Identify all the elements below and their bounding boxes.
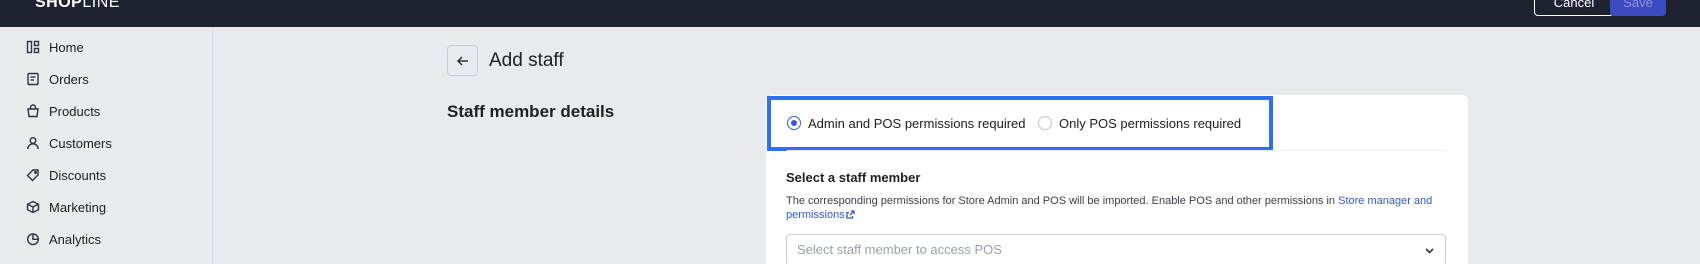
sidebar-item-label: Discounts xyxy=(49,167,107,183)
sidebar-item-customers[interactable]: Customers xyxy=(26,133,112,153)
radio-button[interactable] xyxy=(1038,116,1052,130)
products-icon xyxy=(27,104,39,118)
section-title: Staff member details xyxy=(447,102,615,121)
home-icon xyxy=(26,40,40,54)
marketing-cube-icon xyxy=(26,200,40,214)
permission-option-pos-only[interactable]: Only POS permissions required xyxy=(1038,112,1241,134)
select-staff-title: Select a staff member xyxy=(786,170,921,185)
sidebar: Home Orders Products Customers Discounts… xyxy=(0,27,213,264)
chevron-down-icon xyxy=(1425,248,1434,254)
customers-icon xyxy=(27,137,39,150)
analytics-pie-icon xyxy=(26,233,40,246)
shopline-logo[interactable]: SHOPLINE xyxy=(35,0,120,12)
permission-option-label: Admin and POS permissions required xyxy=(808,115,1026,131)
sidebar-item-label: Analytics xyxy=(49,231,102,247)
page-title: Add staff xyxy=(489,50,564,71)
cancel-button[interactable]: Cancel xyxy=(1534,0,1614,16)
radio-button-selected[interactable] xyxy=(787,116,801,130)
save-button[interactable]: Save xyxy=(1610,0,1666,16)
discount-tag-icon xyxy=(26,169,39,182)
sidebar-item-orders[interactable]: Orders xyxy=(26,69,89,89)
permission-option-label: Only POS permissions required xyxy=(1059,115,1242,131)
divider xyxy=(787,150,1446,151)
staff-member-select[interactable]: Select staff member to access POS xyxy=(786,234,1446,264)
sidebar-item-products[interactable]: Products xyxy=(26,101,100,121)
permission-option-admin-pos[interactable]: Admin and POS permissions required xyxy=(787,112,1026,134)
sidebar-item-label: Customers xyxy=(49,135,112,151)
external-link-icon[interactable] xyxy=(846,209,855,219)
sidebar-item-label: Marketing xyxy=(49,199,107,215)
sidebar-item-home[interactable]: Home xyxy=(26,37,84,57)
sidebar-item-label: Products xyxy=(49,103,101,119)
select-staff-description: The corresponding permissions for Store … xyxy=(786,194,1448,222)
sidebar-item-marketing[interactable]: Marketing xyxy=(26,197,106,217)
top-bar: SHOPLINE Cancel Save xyxy=(0,0,1700,27)
back-button[interactable] xyxy=(447,45,478,76)
logo-text-bold: SHOP xyxy=(35,0,83,11)
orders-icon xyxy=(27,72,39,86)
arrow-left-icon xyxy=(456,55,468,66)
sidebar-item-discounts[interactable]: Discounts xyxy=(26,165,106,185)
sidebar-item-analytics[interactable]: Analytics xyxy=(26,229,101,249)
select-placeholder: Select staff member to access POS xyxy=(797,242,1002,257)
sidebar-item-label: Home xyxy=(49,39,84,55)
description-text: The corresponding permissions for Store … xyxy=(786,195,1339,207)
logo-text-light: LINE xyxy=(82,0,120,11)
sidebar-item-label: Orders xyxy=(49,71,89,87)
